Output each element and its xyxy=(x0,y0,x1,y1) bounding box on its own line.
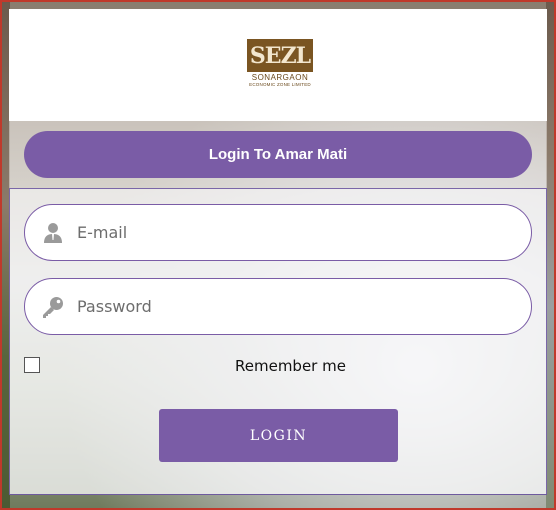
logo-subtitle: ECONOMIC ZONE LIMITED xyxy=(249,82,311,87)
login-tab-button[interactable]: Login To Amar Mati xyxy=(24,131,532,178)
remember-me-checkbox[interactable] xyxy=(24,357,40,373)
login-button[interactable]: LOGIN xyxy=(159,409,398,462)
email-input[interactable] xyxy=(75,222,499,243)
password-input[interactable] xyxy=(75,296,499,317)
key-icon xyxy=(41,295,65,319)
remember-me-row: Remember me xyxy=(24,357,532,375)
email-field[interactable] xyxy=(24,204,532,261)
logo-name: SONARGAON xyxy=(251,73,309,82)
background-edge-right xyxy=(546,0,556,510)
user-icon xyxy=(41,221,65,245)
remember-me-label[interactable]: Remember me xyxy=(235,357,346,375)
password-field[interactable] xyxy=(24,278,532,335)
header: SEZL SONARGAON ECONOMIC ZONE LIMITED xyxy=(9,9,547,121)
logo: SEZL SONARGAON ECONOMIC ZONE LIMITED xyxy=(245,39,315,87)
logo-mark: SEZL xyxy=(247,39,313,72)
